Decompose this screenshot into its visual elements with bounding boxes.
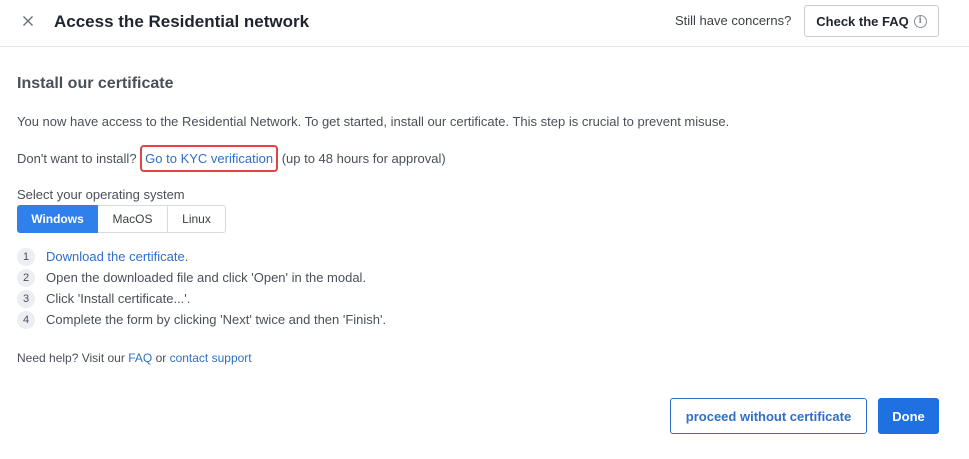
kyc-line: Don't want to install? Go to KYC verific… (17, 145, 446, 172)
os-tab-windows[interactable]: Windows (17, 205, 98, 233)
step-number: 1 (17, 247, 35, 266)
step-text: Open the downloaded file and click 'Open… (46, 270, 367, 285)
step-text: Click 'Install certificate...'. (46, 291, 191, 306)
os-tab-macos[interactable]: MacOS (98, 205, 168, 233)
check-faq-button[interactable]: Check the FAQ i (804, 5, 939, 37)
contact-support-link[interactable]: contact support (170, 351, 252, 365)
info-icon: i (913, 14, 927, 28)
step-text: Complete the form by clicking 'Next' twi… (46, 312, 387, 327)
step-number: 2 (17, 268, 35, 287)
os-select-label: Select your operating system (17, 187, 185, 202)
proceed-without-certificate-button[interactable]: proceed without certificate (670, 398, 867, 434)
step-1: 1 Download the certificate. (17, 246, 386, 267)
kyc-suffix: (up to 48 hours for approval) (281, 151, 446, 166)
modal-title: Access the Residential network (54, 12, 310, 31)
help-or: or (155, 351, 167, 365)
intro-text: You now have access to the Residential N… (17, 114, 730, 129)
check-faq-label: Check the FAQ (816, 13, 909, 29)
done-button[interactable]: Done (878, 398, 939, 434)
os-tab-group: Windows MacOS Linux (17, 205, 226, 233)
faq-link[interactable]: FAQ (128, 351, 152, 365)
section-title: Install our certificate (17, 75, 174, 92)
kyc-verification-link[interactable]: Go to KYC verification (140, 145, 279, 172)
close-icon (23, 16, 33, 26)
step-4: 4 Complete the form by clicking 'Next' t… (17, 309, 386, 330)
help-prefix: Need help? Visit our (17, 351, 125, 365)
concerns-text: Still have concerns? (675, 13, 792, 28)
step-number: 4 (17, 310, 35, 329)
step-number: 3 (17, 289, 35, 308)
step-3: 3 Click 'Install certificate...'. (17, 288, 386, 309)
install-steps: 1 Download the certificate. 2 Open the d… (17, 246, 386, 330)
close-button[interactable] (18, 11, 38, 31)
download-certificate-link[interactable]: Download the certificate. (46, 249, 188, 264)
modal-header: Access the Residential network Still hav… (0, 0, 969, 47)
os-tab-linux[interactable]: Linux (168, 205, 226, 233)
kyc-prefix: Don't want to install? (17, 151, 137, 166)
step-2: 2 Open the downloaded file and click 'Op… (17, 267, 386, 288)
help-text: Need help? Visit our FAQ or contact supp… (17, 351, 252, 365)
